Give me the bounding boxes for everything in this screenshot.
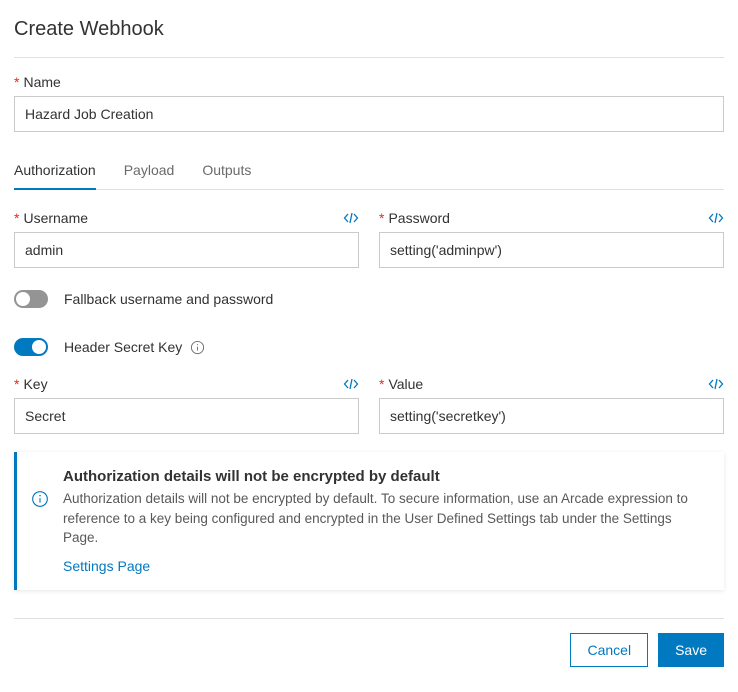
name-label: * Name	[14, 58, 724, 96]
name-input[interactable]	[14, 96, 724, 132]
notice-title: Authorization details will not be encryp…	[63, 468, 706, 485]
username-label-text: Username	[23, 210, 88, 226]
save-button[interactable]: Save	[658, 633, 724, 667]
required-asterisk: *	[379, 376, 384, 392]
key-label: * Key	[14, 376, 48, 392]
tabs: Authorization Payload Outputs	[14, 154, 724, 190]
header-secret-toggle[interactable]	[14, 338, 48, 356]
value-label: * Value	[379, 376, 423, 392]
notice-body: Authorization details will not be encryp…	[63, 489, 706, 548]
value-input[interactable]	[379, 398, 724, 434]
cancel-button[interactable]: Cancel	[570, 633, 648, 667]
name-label-text: Name	[23, 74, 60, 90]
key-input[interactable]	[14, 398, 359, 434]
tab-authorization[interactable]: Authorization	[14, 154, 96, 190]
username-label: * Username	[14, 210, 88, 226]
required-asterisk: *	[14, 210, 19, 226]
value-label-text: Value	[388, 376, 423, 392]
required-asterisk: *	[14, 376, 19, 392]
password-label: * Password	[379, 210, 450, 226]
password-input[interactable]	[379, 232, 724, 268]
footer: Cancel Save	[14, 618, 724, 667]
required-asterisk: *	[14, 74, 19, 90]
required-asterisk: *	[379, 210, 384, 226]
divider	[14, 618, 724, 619]
page-title: Create Webhook	[14, 18, 724, 57]
info-icon[interactable]	[190, 340, 205, 355]
encryption-notice: Authorization details will not be encryp…	[14, 452, 724, 590]
tab-outputs[interactable]: Outputs	[202, 154, 251, 190]
code-icon[interactable]	[343, 210, 359, 226]
code-icon[interactable]	[343, 376, 359, 392]
tab-payload[interactable]: Payload	[124, 154, 175, 190]
username-input[interactable]	[14, 232, 359, 268]
code-icon[interactable]	[708, 210, 724, 226]
fallback-toggle-label: Fallback username and password	[64, 291, 273, 307]
password-label-text: Password	[388, 210, 449, 226]
info-icon	[31, 490, 49, 511]
code-icon[interactable]	[708, 376, 724, 392]
settings-page-link[interactable]: Settings Page	[63, 558, 150, 574]
header-secret-toggle-label: Header Secret Key	[64, 339, 182, 355]
fallback-toggle[interactable]	[14, 290, 48, 308]
key-label-text: Key	[23, 376, 47, 392]
